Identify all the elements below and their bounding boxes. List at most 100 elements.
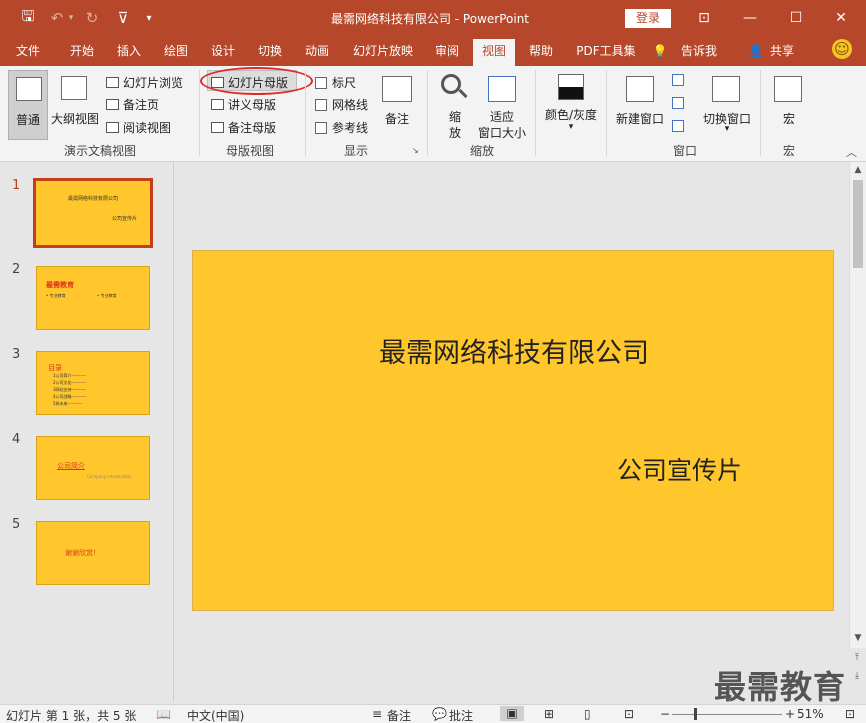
zoom-out-icon[interactable]: − bbox=[660, 707, 670, 721]
zoom-button[interactable]: 缩 放 bbox=[436, 70, 474, 140]
slide-sorter-status-icon[interactable]: ⊞ bbox=[544, 707, 554, 721]
language-indicator[interactable]: 中文(中国) bbox=[187, 707, 244, 723]
comments-icon: 💬 bbox=[432, 707, 447, 721]
slide-thumbnail-5[interactable]: 谢谢欣赏！ bbox=[36, 521, 150, 585]
switch-windows-button[interactable]: 切换窗口 ▾ bbox=[696, 70, 758, 140]
scroll-down-icon[interactable]: ▼ bbox=[850, 630, 866, 646]
notes-toggle[interactable]: 备注 bbox=[387, 707, 411, 723]
notes-master-button[interactable]: 备注母版 bbox=[211, 119, 276, 136]
macros-icon bbox=[774, 76, 802, 102]
outline-view-label: 大纲视图 bbox=[50, 112, 99, 126]
zoom-level[interactable]: 51% bbox=[797, 707, 824, 721]
slide-thumbnail-1[interactable]: 最需网络科技有限公司 公司宣传片 bbox=[33, 178, 153, 248]
slide-thumbnail-2[interactable]: 最需教育 • 专业教育 • 专业教育 bbox=[36, 266, 150, 330]
fit-slide-icon[interactable]: ⊡ bbox=[845, 707, 855, 721]
maximize-icon[interactable]: ☐ bbox=[785, 8, 807, 28]
tab-slideshow[interactable]: 幻灯片放映 bbox=[345, 42, 421, 66]
slide-title[interactable]: 最需网络科技有限公司 bbox=[193, 331, 835, 370]
arrange-all-icon[interactable] bbox=[672, 74, 684, 86]
minimize-icon[interactable]: — bbox=[739, 8, 761, 28]
cascade-icon[interactable] bbox=[672, 97, 684, 109]
comments-toggle[interactable]: 批注 bbox=[449, 707, 473, 723]
tab-home[interactable]: 开始 bbox=[60, 42, 104, 66]
gridlines-checkbox[interactable]: 网格线 bbox=[315, 96, 368, 113]
tab-file[interactable]: 文件 bbox=[8, 42, 48, 66]
normal-view-button[interactable]: 普通 bbox=[8, 70, 48, 140]
undo-dropdown-icon[interactable]: ▾ bbox=[66, 8, 76, 28]
tab-transitions[interactable]: 切换 bbox=[249, 42, 291, 66]
reading-view-status-icon[interactable]: ▯ bbox=[584, 707, 591, 721]
scroll-up-icon[interactable]: ▲ bbox=[850, 162, 866, 178]
vertical-scrollbar[interactable]: ▲ ▼ bbox=[849, 162, 866, 648]
spell-check-icon[interactable]: 📖 bbox=[156, 707, 171, 721]
tab-view[interactable]: 视图 bbox=[473, 39, 515, 66]
share-button[interactable]: 共享 bbox=[764, 42, 800, 66]
switch-windows-icon bbox=[712, 76, 740, 102]
from-beginning-icon[interactable]: ⊽ bbox=[113, 8, 133, 28]
ribbon: 普通 大纲视图 幻灯片浏览 备注页 阅读视图 演示文稿视图 幻灯片母版 讲义母版… bbox=[0, 66, 866, 162]
lightbulb-icon[interactable]: 💡 bbox=[652, 42, 668, 66]
slide-thumbnail-pane: 1 最需网络科技有限公司 公司宣传片 2 最需教育 • 专业教育 • 专业教育 … bbox=[0, 162, 174, 702]
slide-thumbnail-3[interactable]: 目录 1公司简介---------- 2公司文化---------- 3网站支持… bbox=[36, 351, 150, 415]
tab-pdf-tools[interactable]: PDF工具集 bbox=[568, 42, 644, 66]
slide-sorter-icon bbox=[106, 77, 119, 88]
zoom-label-line1: 缩 bbox=[448, 110, 461, 124]
smiley-icon[interactable]: ☺ bbox=[832, 39, 852, 59]
slide-thumbnail-4[interactable]: 公司简介 Company introduction bbox=[36, 436, 150, 500]
ribbon-display-icon[interactable]: ⊡ bbox=[693, 8, 715, 28]
tab-review[interactable]: 审阅 bbox=[426, 42, 468, 66]
next-slide-icon[interactable]: ⤓ bbox=[849, 668, 865, 684]
thumb-title: 最需网络科技有限公司 bbox=[68, 196, 119, 202]
previous-slide-icon[interactable]: ⤒ bbox=[849, 650, 865, 666]
handout-master-icon bbox=[211, 99, 224, 110]
thumb-title: 公司简介 bbox=[57, 462, 85, 470]
tab-tell-me[interactable]: 告诉我 bbox=[674, 42, 724, 66]
dialog-launcher-icon[interactable]: ↘ bbox=[412, 146, 419, 155]
normal-view-icon bbox=[16, 77, 42, 101]
handout-master-button[interactable]: 讲义母版 bbox=[211, 96, 276, 113]
notes-page-icon bbox=[106, 99, 119, 110]
new-window-button[interactable]: 新建窗口 bbox=[614, 70, 666, 140]
slide-subtitle[interactable]: 公司宣传片 bbox=[617, 451, 742, 487]
current-slide[interactable]: 最需网络科技有限公司 公司宣传片 bbox=[192, 250, 834, 611]
chevron-down-icon: ▾ bbox=[724, 124, 730, 134]
zoom-slider-knob[interactable] bbox=[694, 708, 697, 720]
guides-label: 参考线 bbox=[332, 121, 369, 135]
title-bar: 🖫 ↶ ▾ ↻ ⊽ ▾ 最需网络科技有限公司 - PowerPoint 登录 ⊡… bbox=[0, 0, 866, 36]
tab-draw[interactable]: 绘图 bbox=[155, 42, 197, 66]
person-icon[interactable]: 👤 bbox=[748, 42, 764, 66]
group-label-macros: 宏 bbox=[782, 144, 795, 158]
normal-view-status-icon[interactable]: ▣ bbox=[500, 706, 524, 721]
thumb-subtitle: 公司宣传片 bbox=[112, 216, 138, 222]
ruler-checkbox[interactable]: 标尺 bbox=[315, 74, 356, 91]
scrollbar-thumb[interactable] bbox=[853, 180, 863, 268]
slideshow-status-icon[interactable]: ⊡ bbox=[624, 707, 634, 721]
guides-checkbox[interactable]: 参考线 bbox=[315, 119, 368, 136]
group-label-show: 显示 bbox=[343, 144, 368, 158]
notes-page-button[interactable]: 备注页 bbox=[106, 96, 159, 113]
group-label-zoom: 缩放 bbox=[469, 144, 494, 158]
tab-design[interactable]: 设计 bbox=[202, 42, 244, 66]
zoom-in-icon[interactable]: + bbox=[785, 707, 795, 721]
slide-sorter-button[interactable]: 幻灯片浏览 bbox=[106, 74, 183, 91]
fit-to-window-button[interactable]: 适应 窗口大小 bbox=[476, 70, 528, 140]
redo-icon[interactable]: ↻ bbox=[83, 8, 101, 28]
collapse-ribbon-icon[interactable]: ︿ bbox=[846, 144, 857, 160]
color-grayscale-button[interactable]: 颜色/灰度 ▾ bbox=[542, 70, 600, 140]
reading-view-button[interactable]: 阅读视图 bbox=[106, 119, 171, 136]
outline-view-button[interactable]: 大纲视图 bbox=[50, 70, 99, 140]
tab-insert[interactable]: 插入 bbox=[108, 42, 150, 66]
close-icon[interactable]: ✕ bbox=[830, 8, 852, 28]
customize-qat-icon[interactable]: ▾ bbox=[143, 8, 155, 28]
notes-button[interactable]: 备注 bbox=[378, 70, 418, 140]
undo-icon[interactable]: ↶ bbox=[48, 8, 66, 28]
login-button[interactable]: 登录 bbox=[625, 9, 671, 28]
macros-button[interactable]: 宏 bbox=[768, 70, 810, 140]
save-icon[interactable]: 🖫 bbox=[18, 7, 38, 28]
outline-view-icon bbox=[61, 76, 87, 100]
thumb-item: 4公司战略---------- bbox=[53, 394, 86, 399]
move-split-icon[interactable] bbox=[672, 120, 684, 132]
tab-help[interactable]: 帮助 bbox=[520, 42, 562, 66]
tab-animations[interactable]: 动画 bbox=[296, 42, 338, 66]
zoom-slider-track[interactable] bbox=[672, 714, 782, 715]
